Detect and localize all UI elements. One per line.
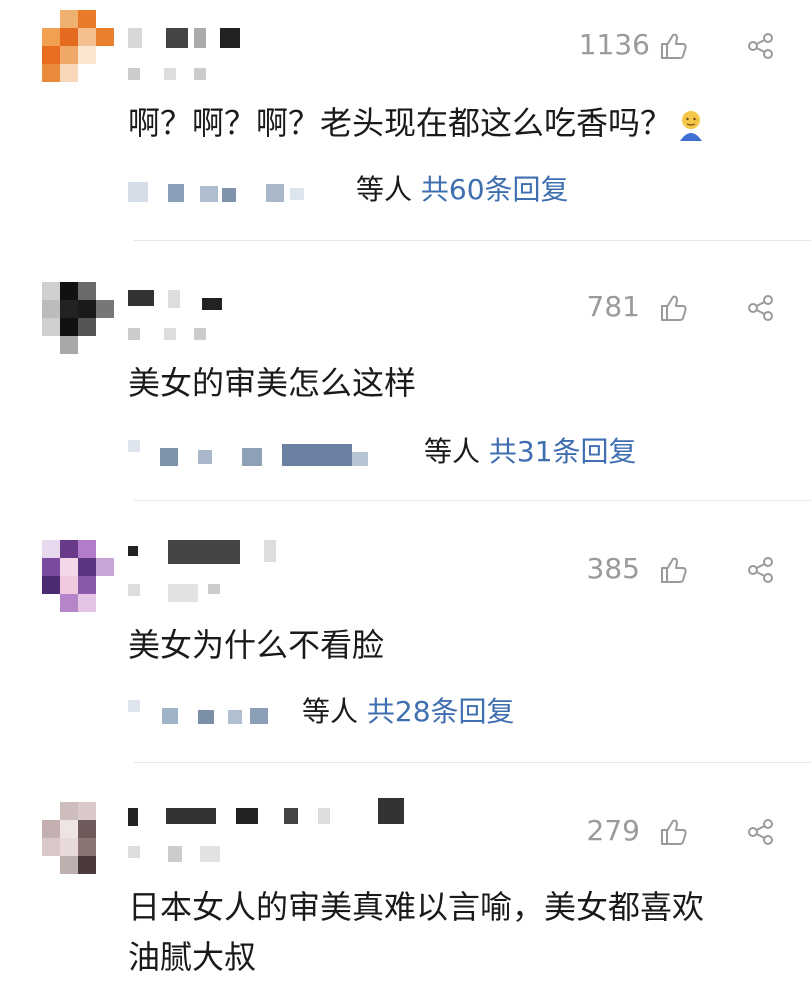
reply-avatars (128, 174, 358, 206)
reply-text[interactable]: 等人 共28条回复 (302, 692, 515, 732)
share-icon[interactable] (746, 817, 776, 847)
share-icon[interactable] (746, 293, 776, 323)
share-icon[interactable] (746, 31, 776, 61)
like-count: 279 (586, 814, 640, 847)
face-emoji (680, 111, 703, 141)
like-count: 385 (586, 552, 640, 585)
reply-count-link[interactable]: 共28条回复 (367, 695, 515, 728)
reply-count-link[interactable]: 共60条回复 (421, 173, 569, 206)
comment-text: 啊？啊？啊？老头现在都这么吃香吗？ (128, 98, 706, 148)
comment-text: 美女为什么不看脸 (128, 626, 385, 664)
divider (134, 762, 811, 763)
like-count: 1136 (578, 28, 650, 61)
reply-summary[interactable]: 等人 共60条回复 (128, 170, 811, 210)
comment-text: 美女的审美怎么这样 (128, 364, 417, 402)
divider (134, 240, 811, 241)
reply-text[interactable]: 等人 共60条回复 (356, 170, 569, 210)
user-meta (128, 584, 220, 602)
user-meta (128, 68, 206, 84)
thumb-up-icon[interactable] (658, 31, 688, 61)
reply-summary[interactable]: 等人 共28条回复 (128, 692, 811, 732)
avatar[interactable] (42, 540, 114, 612)
reply-summary[interactable]: 等人 共31条回复 (128, 432, 811, 472)
thumb-up-icon[interactable] (658, 555, 688, 585)
reply-avatars (128, 696, 308, 728)
like-count: 781 (586, 290, 640, 323)
avatar[interactable] (42, 10, 114, 82)
comment-text: 日本女人的审美真难以言喻，美女都喜欢 油腻大叔 (128, 882, 704, 982)
reply-text[interactable]: 等人 共31条回复 (424, 432, 637, 472)
avatar[interactable] (42, 802, 114, 874)
comment-text-line-2: 油腻大叔 (128, 938, 257, 976)
user-meta (128, 328, 206, 344)
thumb-up-icon[interactable] (658, 293, 688, 323)
username[interactable] (128, 798, 404, 830)
divider (134, 500, 811, 501)
username[interactable] (128, 540, 276, 564)
share-icon[interactable] (746, 555, 776, 585)
username[interactable] (128, 28, 240, 50)
thumb-up-icon[interactable] (658, 817, 688, 847)
comment-text-line-1: 日本女人的审美真难以言喻，美女都喜欢 (128, 888, 705, 926)
username[interactable] (128, 290, 222, 312)
avatar[interactable] (42, 282, 114, 354)
reply-count-link[interactable]: 共31条回复 (489, 435, 637, 468)
user-meta (128, 846, 220, 862)
reply-avatars (128, 436, 428, 468)
